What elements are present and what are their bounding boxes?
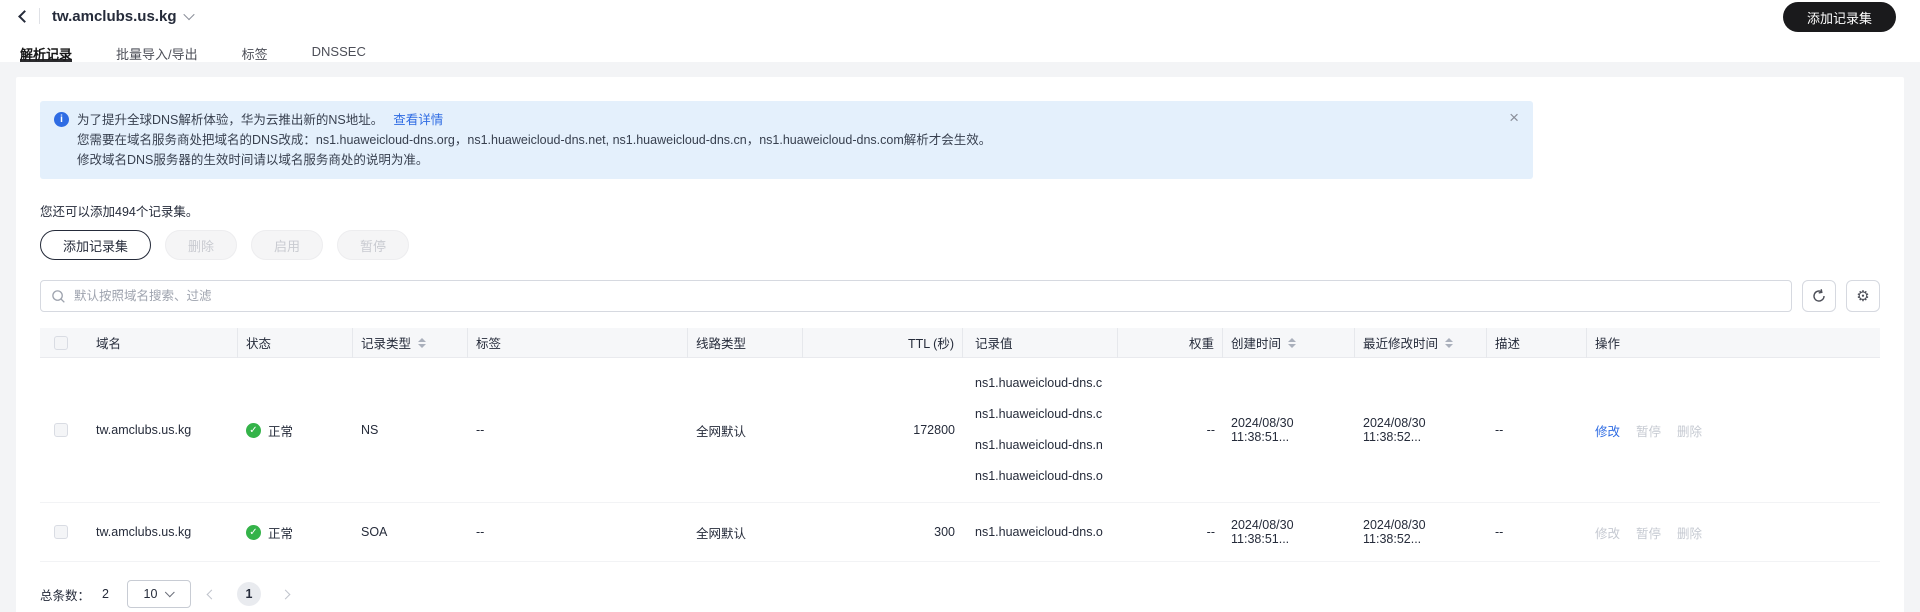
row-tags: -- [476,525,485,539]
pause-button: 暂停 [337,230,410,260]
row-record-values: ns1.huaweicloud-dns.c ns1.huaweicloud-dn… [975,376,1103,483]
banner-line1: 为了提升全球DNS解析体验，华为云推出新的NS地址。 [77,113,384,127]
row-record-values: ns1.huaweicloud-dns.o [975,525,1103,539]
current-page[interactable]: 1 [236,582,261,606]
col-value: 记录值 [963,327,1118,358]
table-row-soa: tw.amclubs.us.kg ✓ 正常 SOA -- 全网默认 300 ns… [40,503,1880,562]
table-footer: 总条数： 2 10 1 [40,580,1880,608]
row-record-type: SOA [361,525,388,539]
row-modified: 2024/08/30 11:38:52... [1363,518,1426,546]
row-ttl: 300 [934,525,955,539]
check-icon: ✓ [246,422,261,438]
total-label: 总条数： [40,588,91,603]
banner-line2: 您需要在域名服务商处把域名的DNS改成：ns1.huaweicloud-dns.… [77,133,992,147]
row-checkbox[interactable] [54,423,68,437]
search-icon [52,289,65,303]
divider [39,8,40,24]
modify-link[interactable]: 修改 [1595,421,1620,440]
recordset-table: 域名 状态 记录类型 标签 线路类型 TTL (秒) 记录值 权重 创建时间 最… [40,327,1880,562]
column-settings-button[interactable]: ⚙ [1846,280,1880,312]
sort-icon[interactable] [1288,337,1297,348]
page-header: tw.amclubs.us.kg 添加记录集 解析记录 批量导入/导出 标签 D… [0,0,1920,62]
row-weight: -- [1206,423,1215,437]
refresh-icon [1813,289,1825,302]
title-dropdown-icon[interactable] [183,8,196,21]
quota-text: 您还可以添加494个记录集。 [40,205,199,219]
delete-button: 删除 [165,230,238,260]
toolbar: 添加记录集 删除 启用 暂停 [40,230,1880,260]
view-details-link[interactable]: 查看详情 [393,113,443,127]
add-recordset-button[interactable]: 添加记录集 [40,230,152,260]
content-card: i 为了提升全球DNS解析体验，华为云推出新的NS地址。 查看详情 您需要在域名服… [16,77,1904,612]
pause-link: 暂停 [1636,526,1662,541]
add-recordset-top-button[interactable]: 添加记录集 [1782,2,1896,32]
row-tags: -- [476,423,485,437]
col-operation: 操作 [1595,337,1621,351]
delete-link: 删除 [1677,424,1703,439]
status-badge: ✓ 正常 [246,523,293,542]
col-tags: 标签 [468,327,688,358]
row-description: -- [1495,423,1504,437]
row-domain: tw.amclubs.us.kg [96,423,192,437]
refresh-button[interactable] [1802,280,1836,312]
next-page-button[interactable] [275,583,297,605]
col-domain: 域名 [88,327,238,358]
pause-link: 暂停 [1636,424,1662,439]
row-modified: 2024/08/30 11:38:52... [1363,416,1426,444]
tab-bar: 解析记录 批量导入/导出 标签 DNSSEC [20,32,1900,62]
check-icon: ✓ [246,524,261,540]
banner-line3: 修改域名DNS服务器的生效时间请以域名服务商处的说明为准。 [77,153,429,167]
back-icon[interactable] [18,9,31,23]
search-input[interactable] [74,289,1781,303]
col-weight: 权重 [1118,327,1223,358]
chevron-down-icon [165,586,176,597]
row-record-type: NS [361,423,379,437]
row-domain: tw.amclubs.us.kg [96,525,192,539]
row-created: 2024/08/30 11:38:51... [1231,416,1294,444]
row-created: 2024/08/30 11:38:51... [1231,518,1294,546]
col-created: 创建时间 [1223,327,1355,358]
sort-icon[interactable] [418,337,427,348]
tab-batch-import-export[interactable]: 批量导入/导出 [116,44,198,62]
page-size-select[interactable]: 10 [126,580,191,608]
status-badge: ✓ 正常 [246,421,293,440]
ns-notice-banner: i 为了提升全球DNS解析体验，华为云推出新的NS地址。 查看详情 您需要在域名服… [40,101,1533,179]
gear-icon: ⚙ [1856,287,1870,305]
row-line-type: 全网默认 [696,526,747,541]
col-line-type: 线路类型 [688,327,803,358]
page-title: tw.amclubs.us.kg [52,7,177,25]
col-modified: 最近修改时间 [1355,327,1487,358]
table-header-row: 域名 状态 记录类型 标签 线路类型 TTL (秒) 记录值 权重 创建时间 最… [40,327,1880,358]
row-ttl: 172800 [913,423,955,437]
enable-button: 启用 [251,230,324,260]
prev-page-button[interactable] [201,583,223,605]
delete-link: 删除 [1677,526,1703,541]
search-box[interactable] [40,280,1792,312]
tab-resolution-records[interactable]: 解析记录 [20,44,73,62]
total-count: 2 [102,587,109,601]
col-ttl: TTL (秒) [803,327,963,358]
tab-dnssec[interactable]: DNSSEC [312,44,366,62]
col-description: 描述 [1487,327,1587,358]
info-icon: i [54,112,69,127]
row-description: -- [1495,525,1504,539]
col-status: 状态 [238,327,353,358]
sort-icon[interactable] [1445,337,1454,348]
row-weight: -- [1206,525,1215,539]
close-icon[interactable]: × [1509,108,1519,128]
row-line-type: 全网默认 [696,424,747,439]
table-row-ns: tw.amclubs.us.kg ✓ 正常 NS -- 全网默认 172800 … [40,358,1880,503]
row-checkbox[interactable] [54,525,68,539]
select-all-checkbox[interactable] [54,335,68,350]
modify-link: 修改 [1595,526,1621,541]
col-record-type: 记录类型 [353,327,468,358]
tab-tags[interactable]: 标签 [242,44,268,62]
